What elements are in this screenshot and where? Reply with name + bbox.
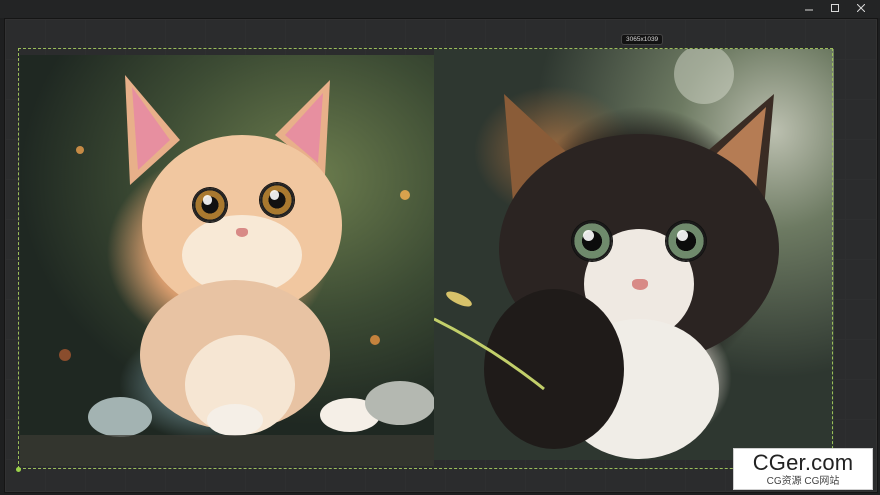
watermark-logo: CGer.com CG资源 CG网站 [733, 448, 873, 490]
dimension-badge: 3065x1039 [621, 34, 664, 45]
title-bar [0, 0, 880, 18]
watermark-sub-text: CG资源 CG网站 [766, 476, 840, 487]
minimize-icon[interactable] [802, 2, 816, 16]
close-icon[interactable] [854, 2, 868, 16]
resize-handle[interactable] [16, 467, 21, 472]
maximize-icon[interactable] [828, 2, 842, 16]
watermark-main-text: CGer.com [752, 450, 854, 475]
selection-border[interactable] [18, 48, 833, 469]
